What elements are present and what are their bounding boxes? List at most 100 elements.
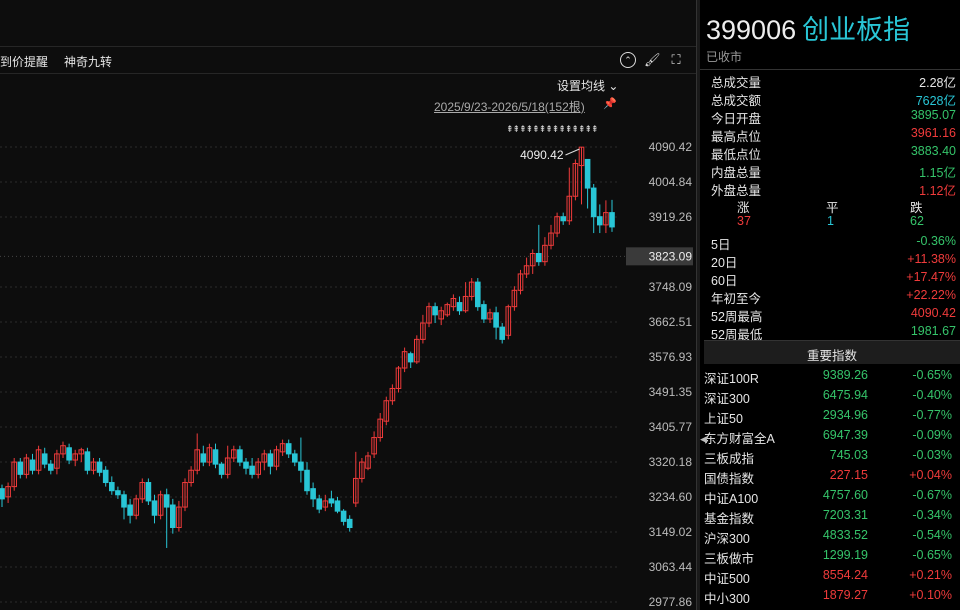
candle-body — [102, 469, 109, 484]
breadth-down-count: 62 — [910, 214, 924, 228]
stat-row: 今日开盘 3895.07 — [700, 106, 960, 126]
key-index-value: 6947.39 — [822, 428, 868, 442]
pin-icon[interactable]: 📌 — [603, 97, 617, 110]
key-index-name: 深证300 — [704, 392, 750, 406]
key-indices-list[interactable]: 深证100R 9389.26 -0.65% 深证300 6475.94 -0.40… — [700, 366, 960, 606]
y-tick-label: 3234.60 — [649, 490, 693, 504]
period-value: -0.36% — [916, 234, 956, 248]
candle-body — [66, 447, 72, 461]
key-index-row[interactable]: 中证500 8554.24 +0.21% — [700, 566, 960, 586]
period-value: +11.38% — [907, 252, 956, 266]
y-tick-label: 3405.77 — [649, 420, 693, 434]
stat-row: 总成交额 7628亿 — [700, 88, 960, 108]
candle-body — [493, 312, 499, 328]
period-value: 1981.67 — [910, 324, 956, 338]
key-index-row[interactable]: 东方财富全A 6947.39 -0.09% — [700, 426, 960, 446]
price-alert-button[interactable]: 到价提醒 — [0, 53, 48, 70]
candle-body — [304, 469, 310, 492]
key-index-row[interactable]: 三板做市 1299.19 -0.65% — [700, 546, 960, 566]
candle-body — [536, 253, 542, 263]
key-index-row[interactable]: 三板成指 745.03 -0.03% — [700, 446, 960, 466]
candle-body — [456, 302, 463, 312]
y-tick-label: 3576.93 — [649, 350, 693, 364]
candle-body — [298, 461, 304, 471]
period-row: 52周最高 4090.42 — [700, 304, 960, 324]
ma-settings-label: 设置均线 — [557, 79, 606, 93]
candle-body — [84, 451, 91, 471]
signal-marker-row: ⇞⇞⇞⇞⇞⇞⇞⇞⇞⇞⇞⇞⇞⇞ — [506, 124, 599, 134]
key-index-change: -0.77% — [912, 408, 952, 422]
candle-body — [151, 500, 158, 516]
key-index-row[interactable]: 上证50 2934.96 -0.77% — [700, 406, 960, 426]
key-index-change: -0.65% — [912, 548, 952, 562]
date-range-label[interactable]: 2025/9/23-2026/5/18(152根) — [434, 98, 585, 115]
magic-nine-button[interactable]: 神奇九转 — [64, 53, 112, 70]
key-index-row[interactable]: 中小300 1879.27 +0.10% — [700, 586, 960, 606]
y-tick-label: 3748.09 — [649, 280, 693, 294]
candle-body — [109, 482, 115, 492]
y-tick-label: 3919.26 — [649, 210, 693, 224]
key-index-value: 8554.24 — [822, 568, 868, 582]
fullscreen-icon[interactable]: ⛶ — [668, 52, 684, 68]
candle-body — [170, 504, 176, 529]
stat-row: 总成交量 2.28亿 — [700, 70, 960, 90]
y-tick-label: 3491.35 — [649, 385, 693, 399]
market-breadth: 涨 平 跌 37 1 62 — [700, 196, 960, 232]
stat-row: 外盘总量 1.12亿 — [700, 178, 960, 198]
candle-body — [499, 326, 505, 340]
period-value: +22.22% — [906, 288, 956, 302]
candle-body — [328, 498, 335, 504]
candle-body — [212, 449, 219, 465]
candle-body — [249, 465, 255, 475]
period-row: 52周最低 1981.67 — [700, 322, 960, 342]
candle-body — [163, 494, 170, 508]
key-index-row[interactable]: 中证A100 4757.60 -0.67% — [700, 486, 960, 506]
key-index-row[interactable]: 深证300 6475.94 -0.40% — [700, 386, 960, 406]
candle-body — [243, 461, 249, 469]
ma-settings-dropdown[interactable]: 设置均线 ⌄ — [557, 77, 618, 94]
key-index-value: 4757.60 — [822, 488, 868, 502]
candle-body — [346, 518, 353, 529]
candle-body — [407, 353, 414, 363]
brush-icon[interactable]: 🖌 — [644, 52, 661, 68]
key-index-row[interactable]: 沪深300 4833.52 -0.54% — [700, 526, 960, 546]
candle-body — [0, 488, 5, 500]
quote-panel: 399006 创业板指 已收市 总成交量 2.28亿 总成交额 7628亿 今日开盘 … — [700, 0, 960, 610]
kline-chart-panel[interactable]: 4090.42 4004.84 3919.26 3748.09 3662.51 3576.… — [0, 0, 696, 610]
high-annotation-label: 4090.42 — [520, 148, 564, 162]
candle-body — [41, 453, 48, 465]
period-value: +17.47% — [906, 270, 956, 284]
key-index-change: -0.67% — [912, 488, 952, 502]
key-index-change: +0.21% — [909, 568, 952, 582]
stat-value: 3895.07 — [910, 108, 956, 122]
candle-body — [609, 212, 615, 228]
y-tick-label: 3662.51 — [649, 315, 693, 329]
candle-body — [597, 216, 603, 226]
key-index-name: 中小300 — [704, 592, 750, 606]
breadth-up-count: 37 — [737, 214, 751, 228]
candle-body — [17, 461, 24, 475]
stat-row: 最低点位 3883.40 — [700, 142, 960, 162]
period-value: 4090.42 — [910, 306, 956, 320]
key-index-value: 745.03 — [829, 448, 868, 462]
key-index-row[interactable]: 深证100R 9389.26 -0.65% — [700, 366, 960, 386]
key-indices-title: 重要指数 — [806, 349, 857, 363]
key-index-row[interactable]: 国债指数 227.15 +0.04% — [700, 466, 960, 486]
stat-value: 3961.16 — [910, 126, 956, 140]
expand-left-icon[interactable]: ◀ — [700, 434, 707, 445]
candle-body — [29, 459, 36, 471]
candle-body — [340, 510, 347, 522]
candle-body — [285, 443, 292, 455]
chevron-up-circle-icon[interactable]: ⌃ — [620, 52, 636, 68]
stats-table: 总成交量 2.28亿 总成交额 7628亿 今日开盘 3895.07 最高点位 396… — [700, 69, 960, 342]
index-code: 399006 — [706, 15, 797, 45]
candle-body — [267, 453, 274, 467]
key-index-row[interactable]: 基金指数 7203.31 -0.34% — [700, 506, 960, 526]
period-row: 60日 +17.47% — [700, 268, 960, 288]
y-tick-label: 3149.02 — [649, 525, 693, 539]
candle-body — [237, 449, 243, 463]
key-index-name: 基金指数 — [704, 512, 755, 526]
candle-body — [334, 500, 341, 512]
stat-row: 最高点位 3961.16 — [700, 124, 960, 144]
index-header: 399006 创业板指 — [706, 8, 910, 47]
